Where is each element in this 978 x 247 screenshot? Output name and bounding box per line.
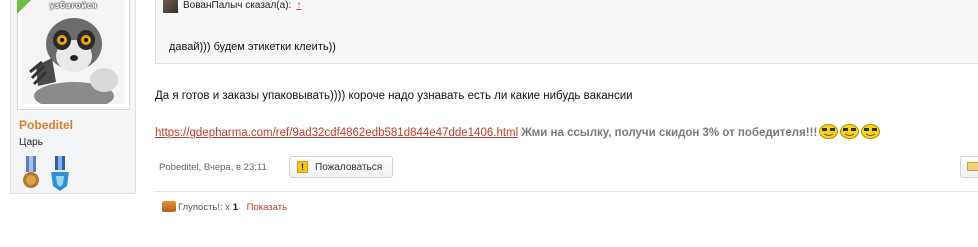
avatar[interactable] [22, 0, 125, 104]
reply-button[interactable] [960, 156, 978, 178]
report-label: Пожаловаться [315, 162, 383, 173]
referral-link[interactable]: https://gdepharma.com/ref/9ad32cdf4862ed… [155, 127, 518, 139]
user-title: Царь [19, 137, 43, 148]
message-text: Да я готов и заказы упаковывать)))) коро… [155, 90, 633, 102]
post-author-time[interactable]: Pobeditel, Вчера, в 23:11 [159, 162, 267, 173]
message-signature: https://gdepharma.com/ref/9ad32cdf4862ed… [155, 124, 881, 139]
likes-label: Глупость!: x [178, 202, 231, 213]
medal-award-icon[interactable] [22, 156, 40, 192]
online-status-flag [17, 0, 31, 14]
smiley-icon [840, 124, 860, 139]
smiley-icon [819, 124, 839, 139]
quote-attribution: ВованПалыч сказал(а): ↑ [183, 0, 301, 12]
warning-icon: ! [297, 161, 308, 173]
quote-author-name: ВованПалыч сказал(а): [183, 0, 292, 11]
promo-text: Жми на ссылку, получи скидон 3% от побед… [521, 127, 818, 139]
shield-award-icon[interactable] [50, 156, 69, 192]
avatar-caption: узбагойся [49, 1, 98, 10]
smiley-icons [817, 124, 881, 139]
report-button[interactable]: ! Пожаловаться [289, 156, 393, 178]
goto-quote-link[interactable]: ↑ [296, 0, 301, 11]
likes-count: 1 [232, 202, 238, 213]
username-link[interactable]: Pobeditel [19, 118, 73, 132]
likes-summary: Глупость!: x 1 Показать [162, 201, 287, 213]
quote-text: давай))) будем этикетки клеить)) [169, 41, 336, 53]
likes-icon [162, 201, 176, 212]
quote-author-avatar [163, 0, 178, 13]
likes-show-link[interactable]: Показать [247, 202, 287, 213]
smiley-icon [861, 124, 881, 139]
divider [155, 191, 978, 192]
lemur-avatar-icon [22, 0, 125, 104]
reply-icon [967, 162, 978, 171]
